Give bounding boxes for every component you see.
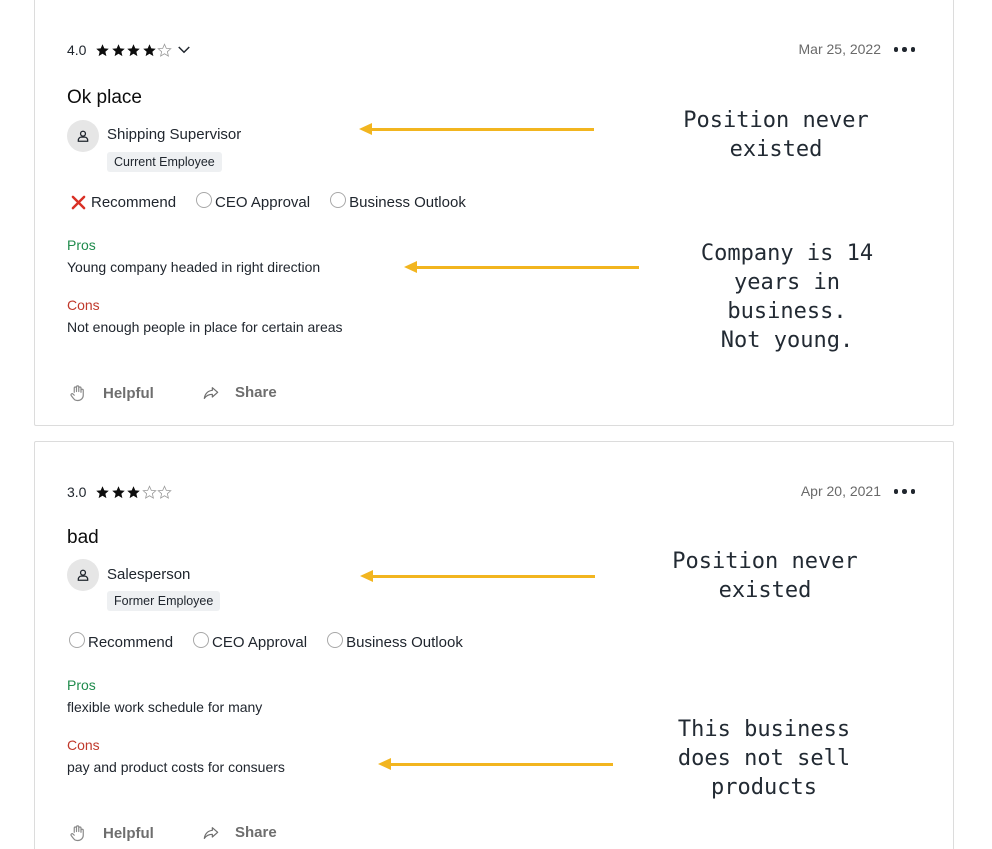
- business-outlook-rating: Business Outlook: [327, 631, 463, 651]
- annotation-note: Company is 14 years in business. Not you…: [700, 241, 874, 353]
- share-button[interactable]: Share: [203, 824, 277, 841]
- business-outlook-rating: Business Outlook: [330, 191, 466, 211]
- rating-value: 3.0: [67, 484, 87, 500]
- annotation-note: This business does not sell products: [677, 717, 851, 800]
- share-icon: [203, 826, 219, 839]
- cons-text: Not enough people in place for certain a…: [67, 319, 343, 335]
- pros-text: Young company headed in right direction: [67, 259, 321, 275]
- pros-text: flexible work schedule for many: [67, 699, 263, 715]
- avatar: [67, 559, 99, 591]
- person-icon: [77, 569, 89, 581]
- rating-row: 4.0: [67, 41, 193, 59]
- review-title[interactable]: Ok place: [67, 87, 142, 109]
- annotation-arrow: [404, 261, 639, 273]
- share-label: Share: [235, 384, 277, 401]
- cons-heading: Cons: [67, 737, 100, 753]
- employment-status-badge: Former Employee: [107, 591, 221, 611]
- more-options-icon[interactable]: [893, 43, 915, 56]
- helpful-hand-icon: [70, 385, 84, 402]
- ceo-approval-label: CEO Approval: [212, 634, 308, 651]
- star-filled-icon: [112, 485, 125, 498]
- star-filled-icon: [96, 43, 110, 56]
- star-filled-icon: [112, 43, 125, 56]
- pros-heading: Pros: [67, 237, 96, 253]
- review-title[interactable]: bad: [67, 527, 99, 549]
- annotation-note: Position never existed: [672, 549, 858, 603]
- annotation-note: Position never existed: [683, 108, 869, 162]
- helpful-label: Helpful: [103, 824, 154, 842]
- sub-ratings: Recommend CEO Approval Business Outlook: [69, 631, 483, 651]
- helpful-button[interactable]: Helpful: [69, 824, 154, 842]
- empty-circle-icon: [330, 191, 347, 208]
- star-filled-icon: [96, 485, 110, 498]
- sub-ratings: Recommend CEO Approval Business Outlook: [69, 191, 486, 211]
- helpful-label: Helpful: [103, 384, 154, 402]
- star-rating: [95, 484, 173, 500]
- business-outlook-label: Business Outlook: [346, 634, 463, 651]
- person-icon: [77, 130, 89, 142]
- star-filled-icon: [143, 43, 156, 56]
- empty-circle-icon: [196, 191, 213, 208]
- pros-heading: Pros: [67, 677, 96, 693]
- more-options-icon[interactable]: [893, 485, 915, 498]
- review-date: Mar 25, 2022: [798, 41, 882, 57]
- recommend-rating: Recommend: [69, 194, 176, 211]
- star-empty-icon: [142, 484, 157, 499]
- recommend-label: Recommend: [91, 194, 177, 211]
- annotation-arrow: [360, 570, 595, 582]
- rating-row: 3.0: [67, 484, 173, 500]
- annotation-arrow: [359, 123, 594, 135]
- star-empty-icon: [157, 484, 173, 499]
- empty-circle-icon: [193, 631, 210, 648]
- business-outlook-label: Business Outlook: [349, 194, 466, 211]
- helpful-button[interactable]: Helpful: [69, 384, 154, 402]
- share-icon: [203, 386, 219, 399]
- star-filled-icon: [127, 43, 141, 56]
- recommend-label: Recommend: [88, 634, 174, 651]
- ceo-approval-rating: CEO Approval: [196, 191, 311, 211]
- empty-circle-icon: [69, 631, 85, 648]
- employment-status-badge: Current Employee: [107, 152, 222, 172]
- recommend-rating: Recommend: [69, 631, 174, 651]
- review-date: Apr 20, 2021: [800, 483, 881, 499]
- empty-circle-icon: [327, 631, 344, 648]
- ceo-approval-rating: CEO Approval: [193, 631, 308, 651]
- avatar: [67, 120, 99, 152]
- job-title: Shipping Supervisor: [107, 126, 242, 143]
- ceo-approval-label: CEO Approval: [215, 194, 311, 211]
- chevron-down-icon[interactable]: [175, 41, 193, 59]
- cons-text: pay and product costs for consuers: [67, 759, 285, 775]
- cons-heading: Cons: [67, 297, 100, 313]
- annotation-arrow: [378, 758, 613, 770]
- x-mark-icon: [71, 195, 86, 210]
- share-label: Share: [235, 824, 277, 841]
- star-filled-icon: [127, 485, 141, 498]
- review-card: 4.0 Mar 25, 2022 Ok place Shipping Super…: [34, 0, 954, 426]
- helpful-hand-icon: [70, 825, 84, 842]
- share-button[interactable]: Share: [203, 384, 277, 401]
- star-rating: [95, 42, 173, 58]
- rating-value: 4.0: [67, 42, 87, 58]
- job-title: Salesperson: [107, 566, 191, 583]
- star-empty-icon: [157, 42, 173, 57]
